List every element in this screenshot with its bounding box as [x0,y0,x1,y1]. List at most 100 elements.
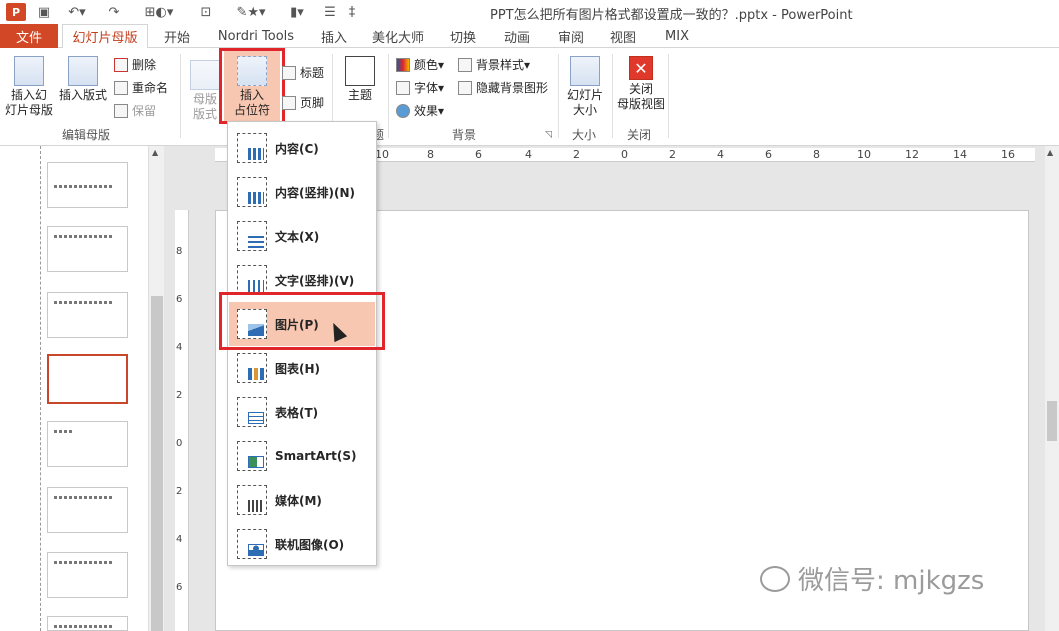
content-placeholder-icon [237,133,267,163]
ruler-tick-label: 8 [813,148,820,161]
preserve-label: 保留 [132,104,157,118]
grid-icon[interactable]: ⊡ [196,2,216,22]
insert-slide-master-button[interactable]: 插入幻 灯片母版 [4,56,54,118]
background-styles-button[interactable]: 背景样式 ▾ [458,56,530,73]
scrollbar-thumb[interactable] [151,296,163,631]
title-bar: P ▣ ↶▾ ↷ ⊞◐▾ ⊡ ✎★▾ ▮▾ ☰ ‡ PPT怎么把所有图片格式都设… [0,0,1059,24]
layout-thumbnail[interactable] [47,162,128,208]
menu-item-content-vertical[interactable]: 内容(竖排)(N) [229,170,375,214]
slide-size-button[interactable]: 幻灯片 大小 [563,56,607,118]
menu-item-online-picture[interactable]: 联机图像(O) [229,522,375,566]
menu-item-label: SmartArt(S) [275,449,357,463]
text-vertical-placeholder-icon [237,265,267,295]
group-label-background: 背景 [452,128,477,142]
effects-button[interactable]: 效果 ▾ [396,102,444,119]
hide-background-checkbox[interactable]: 隐藏背景图形 [458,79,548,96]
footer-checkbox[interactable]: 页脚 [282,94,324,111]
ruler-tick-label: 6 [765,148,772,161]
layout-thumbnail-selected[interactable] [47,354,128,404]
layout-icon[interactable]: ▮▾ [282,2,312,22]
tab-transitions[interactable]: 切换 [442,24,484,48]
thumbnail-title-line [54,625,114,628]
preserve-button[interactable]: 保留 [114,102,156,119]
watermark: 微信号: mjkgzs [760,560,984,597]
ruler-tick-label: 4 [176,534,183,545]
delete-icon [114,57,128,72]
ruler-tick-label: 10 [375,148,389,161]
thumbnail-title-line [54,235,114,238]
rename-button[interactable]: 重命名 [114,79,168,96]
ribbon-separator [558,54,559,138]
layout-thumbnail[interactable] [47,421,128,467]
layout-thumbnail[interactable] [47,226,128,272]
scroll-up-icon[interactable]: ▲ [1047,148,1053,157]
smartart-placeholder-icon [237,441,267,471]
title-checkbox[interactable]: 标题 [282,64,324,81]
undo-icon[interactable]: ↶▾ [64,2,90,22]
menu-item-label: 文字(竖排)(V) [275,273,355,288]
redo-icon[interactable]: ↷ [104,2,124,22]
insert-layout-label: 插入版式 [58,88,107,102]
scrollbar-thumb[interactable] [1047,401,1057,441]
tab-slide-master[interactable]: 幻灯片母版 [62,24,148,49]
themes-button[interactable]: 主题 [342,56,378,103]
thumbnail-title-line [54,430,74,433]
scroll-up-icon[interactable]: ▲ [152,148,158,157]
chart-placeholder-icon [237,353,267,383]
insert-layout-button[interactable]: 插入版式 [58,56,108,103]
delete-button[interactable]: 删除 [114,56,156,73]
layout-thumbnail[interactable] [47,292,128,338]
tab-insert[interactable]: 插入 [314,24,354,48]
master-layout-icon [190,60,220,90]
tab-mix[interactable]: MIX [656,24,698,48]
ribbon-separator [612,54,613,138]
vertical-ruler[interactable]: 8 6 4 2 0 2 4 6 [175,210,189,631]
menu-item-chart[interactable]: 图表(H) [229,346,375,390]
fonts-button[interactable]: 字体 ▾ [396,79,444,96]
ribbon-tab-bar: 文件 幻灯片母版 开始 Nordri Tools 插入 美化大师 切换 动画 审… [0,24,1059,49]
menu-item-text[interactable]: 文本(X) [229,214,375,258]
thumbnail-title-line [54,561,114,564]
dialog-launcher-icon[interactable]: ◹ [545,130,552,140]
checkbox-icon [458,80,472,95]
colors-button[interactable]: 颜色 ▾ [396,56,444,73]
menu-item-content[interactable]: 内容(C) [229,126,375,170]
checkbox-icon [282,65,296,80]
thumbnail-title-line [54,185,114,188]
menu-item-media[interactable]: 媒体(M) [229,478,375,522]
save-icon[interactable]: ▣ [34,2,54,22]
tab-view[interactable]: 视图 [602,24,644,48]
menu-item-table[interactable]: 表格(T) [229,390,375,434]
group-label-edit-master: 编辑母版 [62,128,111,142]
fonts-label: 字体 [414,81,439,95]
slide-master-icon [14,56,44,86]
tab-review[interactable]: 审阅 [550,24,592,48]
menu-icon[interactable]: ☰ [320,2,340,22]
star-icon[interactable]: ✎★▾ [226,2,276,22]
ruler-tick-label: 4 [525,148,532,161]
ribbon: 插入幻 灯片母版 插入版式 删除 重命名 保留 编辑母版 母版 版式 插入 占位… [0,48,1059,146]
qat-tools-icon[interactable]: ⊞◐▾ [134,2,184,22]
layout-thumbnail[interactable] [47,487,128,533]
menu-item-label: 联机图像(O) [275,537,345,552]
layout-thumbnail[interactable] [47,616,128,631]
tab-nordri-tools[interactable]: Nordri Tools [210,24,302,48]
ruler-tick-label: 6 [475,148,482,161]
customize-qat-icon[interactable]: ‡ [344,2,360,22]
title-checkbox-label: 标题 [300,66,325,80]
ruler-tick-label: 2 [573,148,580,161]
menu-item-label: 文本(X) [275,229,320,244]
editor-scrollbar[interactable]: ▲ [1045,146,1059,631]
tab-file[interactable]: 文件 [0,24,58,48]
tab-home[interactable]: 开始 [156,24,198,48]
menu-item-smartart[interactable]: SmartArt(S) [229,434,375,478]
tab-animations[interactable]: 动画 [496,24,538,48]
master-layout-button[interactable]: 母版 版式 [188,60,222,122]
tab-beautify-master[interactable]: 美化大师 [366,24,430,48]
ruler-tick-label: 0 [176,438,183,449]
close-master-view-button[interactable]: ✕ 关闭 母版视图 [614,56,668,112]
thumbnail-scrollbar[interactable]: ▲ [148,146,164,631]
layout-thumbnail[interactable] [47,552,128,598]
powerpoint-app-icon[interactable]: P [6,3,26,21]
highlight-insert-placeholder [219,48,285,124]
